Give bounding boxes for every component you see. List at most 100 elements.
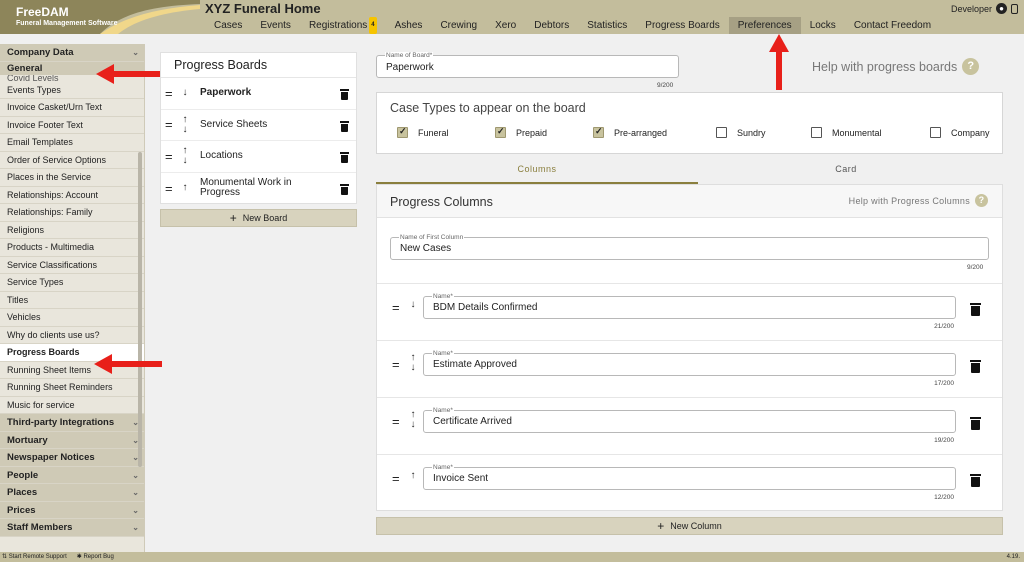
board-item[interactable]: = ↓ Paperwork — [161, 78, 356, 110]
sidebar-item[interactable]: Music for service — [0, 397, 144, 414]
nav-statistics[interactable]: Statistics — [578, 17, 636, 34]
trash-icon[interactable] — [970, 474, 981, 487]
board-name-counter: 9/200 — [657, 82, 674, 89]
trash-icon[interactable] — [970, 360, 981, 373]
first-column-counter: 9/200 — [967, 264, 984, 271]
nav-locks[interactable]: Locks — [801, 17, 845, 34]
move-up-down-icon[interactable]: ↑ ↓ — [408, 410, 418, 430]
nav-contact-freedom[interactable]: Contact Freedom — [845, 17, 940, 34]
sidebar-item[interactable]: Service Types — [0, 274, 144, 292]
sidebar-section-company-data[interactable]: Company Data ⌄ — [0, 44, 144, 62]
trash-icon[interactable] — [970, 303, 981, 316]
trash-icon[interactable] — [340, 120, 349, 132]
nav-ashes[interactable]: Ashes — [386, 17, 432, 34]
drag-handle-icon[interactable]: = — [165, 181, 173, 196]
user-name[interactable]: Developer — [951, 4, 992, 14]
sidebar-section-mortuary[interactable]: Mortuary ⌄ — [0, 431, 144, 449]
help-progress-boards-link[interactable]: Help with progress boards ? — [812, 58, 980, 75]
checkbox-icon[interactable] — [811, 127, 822, 138]
sidebar-scrollbar[interactable] — [138, 152, 142, 467]
trash-icon[interactable] — [340, 152, 349, 163]
case-type-sundry[interactable]: Sundry — [716, 127, 766, 138]
checkbox-checked-icon[interactable] — [397, 126, 408, 138]
sidebar-item[interactable]: Relationships: Family — [0, 204, 144, 222]
sidebar-item[interactable]: Vehicles — [0, 309, 144, 327]
sidebar-section-staff[interactable]: Staff Members ⌄ — [0, 519, 144, 537]
report-bug-link[interactable]: ✱ Report Bug — [77, 552, 114, 562]
column-name-input[interactable]: Name* Certificate Arrived — [423, 407, 956, 433]
drag-handle-icon[interactable]: = — [392, 357, 400, 372]
nav-preferences[interactable]: Preferences — [728, 17, 801, 34]
user-account-icon[interactable]: ● — [996, 3, 1007, 14]
sidebar-item[interactable]: Places in the Service — [0, 169, 144, 187]
tab-card[interactable]: Card — [689, 160, 1003, 184]
sidebar-item[interactable]: Relationships: Account — [0, 187, 144, 204]
sidebar-section-prices[interactable]: Prices ⌄ — [0, 501, 144, 519]
nav-progress-boards[interactable]: Progress Boards — [636, 17, 728, 34]
case-type-funeral[interactable]: Funeral — [397, 126, 449, 138]
new-board-button[interactable]: + New Board — [160, 209, 357, 227]
drag-handle-icon[interactable]: = — [165, 86, 173, 101]
drag-handle-icon[interactable]: = — [165, 149, 173, 164]
sidebar-item[interactable]: Invoice Footer Text — [0, 117, 144, 134]
remote-support-link[interactable]: ⇅ Start Remote Support — [2, 552, 67, 562]
move-down-icon[interactable]: ↓ — [408, 300, 418, 310]
board-name: Locations — [200, 150, 243, 162]
case-type-prepaid[interactable]: Prepaid — [495, 126, 547, 138]
sidebar-item[interactable]: Service Classifications — [0, 257, 144, 274]
case-type-pre-arranged[interactable]: Pre-arranged — [593, 126, 667, 138]
move-up-down-icon[interactable]: ↑ ↓ — [408, 353, 418, 373]
column-name-input[interactable]: Name* Invoice Sent — [423, 464, 956, 490]
nav-events[interactable]: Events — [251, 17, 300, 34]
sidebar-item[interactable]: Order of Service Options — [0, 152, 144, 169]
tab-columns[interactable]: Columns — [376, 160, 698, 184]
sidebar-item[interactable]: Email Templates — [0, 134, 144, 152]
checkbox-checked-icon[interactable] — [593, 126, 604, 138]
trash-icon[interactable] — [340, 89, 349, 100]
move-up-down-icon[interactable]: ↑ ↓ — [180, 114, 190, 135]
sidebar-item[interactable]: Events Types — [0, 82, 144, 99]
sidebar-item[interactable]: Products - Multimedia — [0, 239, 144, 257]
case-type-company[interactable]: Company — [930, 127, 990, 138]
nav-xero[interactable]: Xero — [486, 17, 525, 34]
board-tabs: Columns Card — [376, 160, 1003, 184]
drag-handle-icon[interactable]: = — [392, 471, 400, 486]
drag-handle-icon[interactable]: = — [165, 117, 173, 132]
sidebar-section-places[interactable]: Places ⌄ — [0, 484, 144, 502]
move-up-down-icon[interactable]: ↑ ↓ — [180, 146, 190, 166]
board-item[interactable]: = ↑ ↓ Locations — [161, 141, 356, 173]
sidebar-section-people[interactable]: People ⌄ — [0, 466, 144, 484]
first-column-input[interactable]: Name of First Column New Cases — [390, 234, 989, 260]
nav-registrations[interactable]: Registrations 4 — [300, 17, 386, 34]
drag-handle-icon[interactable]: = — [392, 414, 400, 429]
move-up-icon[interactable]: ↑ — [408, 471, 418, 481]
nav-crewing[interactable]: Crewing — [431, 17, 486, 34]
drag-handle-icon[interactable]: = — [392, 300, 400, 315]
trash-icon[interactable] — [970, 417, 981, 430]
new-column-button[interactable]: + New Column — [376, 517, 1003, 535]
nav-cases[interactable]: Cases — [205, 17, 251, 34]
move-down-icon[interactable]: ↓ — [180, 88, 190, 98]
sidebar-item[interactable]: Invoice Casket/Urn Text — [0, 99, 144, 117]
board-name-input[interactable]: Name of Board* Paperwork — [376, 52, 679, 78]
column-name-input[interactable]: Name* Estimate Approved — [423, 350, 956, 376]
sidebar-item[interactable]: Titles — [0, 292, 144, 309]
freedam-logo[interactable]: FreeDAM Funeral Management Software — [0, 0, 200, 34]
sidebar-item[interactable]: Religions — [0, 222, 144, 239]
column-name-input[interactable]: Name* BDM Details Confirmed — [423, 293, 956, 319]
trash-icon[interactable] — [340, 183, 349, 195]
board-item[interactable]: = ↑ ↓ Service Sheets — [161, 110, 356, 141]
checkbox-checked-icon[interactable] — [495, 126, 506, 138]
sidebar-item[interactable]: Why do clients use us? — [0, 327, 144, 344]
sidebar-section-third-party[interactable]: Third-party Integrations ⌄ — [0, 414, 144, 432]
mobile-device-icon[interactable] — [1011, 3, 1018, 14]
checkbox-icon[interactable] — [716, 127, 727, 138]
move-up-icon[interactable]: ↑ — [180, 183, 190, 193]
sidebar-section-newspaper[interactable]: Newspaper Notices ⌄ — [0, 449, 144, 467]
nav-debtors[interactable]: Debtors — [525, 17, 578, 34]
sidebar-item[interactable]: Running Sheet Reminders — [0, 379, 144, 397]
case-type-monumental[interactable]: Monumental — [811, 127, 882, 138]
board-item[interactable]: = ↑ Monumental Work in Progress — [161, 173, 356, 205]
help-progress-columns-link[interactable]: Help with Progress Columns ? — [849, 194, 988, 207]
checkbox-icon[interactable] — [930, 127, 941, 138]
